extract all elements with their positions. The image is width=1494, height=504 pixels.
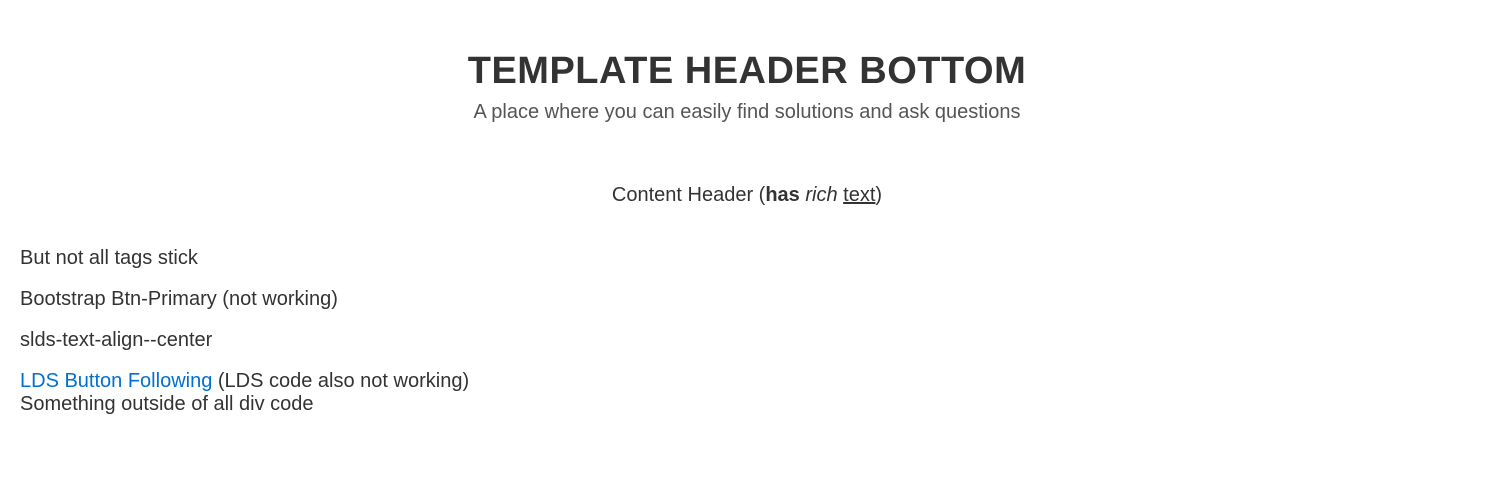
body-line-4-paren: (LDS code also not working)	[212, 370, 469, 392]
body-line-3: slds-text-align--center	[20, 329, 1474, 352]
content-header-suffix: )	[875, 184, 882, 206]
page-subtitle: A place where you can easily find soluti…	[20, 101, 1474, 124]
content-header: Content Header (has rich text)	[20, 184, 1474, 207]
body-line-4: LDS Button Following (LDS code also not …	[20, 370, 1474, 393]
page-header: TEMPLATE HEADER BOTTOM A place where you…	[20, 50, 1474, 124]
body-line-1: But not all tags stick	[20, 247, 1474, 270]
content-header-underline: text	[843, 184, 875, 206]
content-header-italic: rich	[805, 184, 837, 206]
body-line-5: Something outside of all div code	[20, 393, 1474, 416]
content-header-prefix: Content Header (	[612, 184, 765, 206]
lds-button-link[interactable]: LDS Button Following	[20, 370, 212, 392]
page-title: TEMPLATE HEADER BOTTOM	[20, 50, 1474, 93]
body-line-2: Bootstrap Btn-Primary (not working)	[20, 288, 1474, 311]
content-header-bold: has	[765, 184, 799, 206]
